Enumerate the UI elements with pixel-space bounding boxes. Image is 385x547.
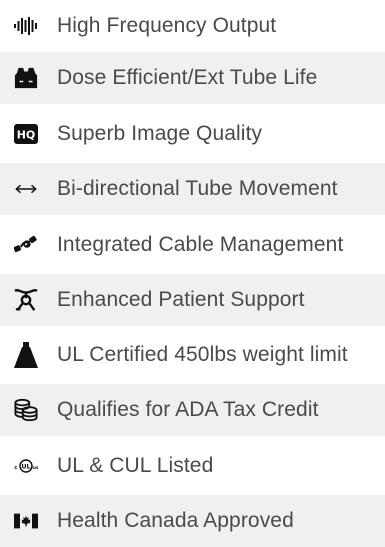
feature-item-superb-image-quality: HQ Superb Image Quality (0, 108, 385, 160)
feature-item-ul-certified-weight-limit: UL Certified 450lbs weight limit (0, 329, 385, 381)
feature-label: Integrated Cable Management (57, 233, 344, 256)
svg-text:HQ: HQ (17, 129, 36, 142)
feature-item-dose-efficient: Dose Efficient/Ext Tube Life (0, 52, 385, 104)
feature-item-enhanced-patient-support: Enhanced Patient Support (0, 274, 385, 326)
hq-badge-icon: HQ (14, 122, 38, 146)
vest-icon (14, 66, 38, 90)
feature-item-integrated-cable-management: Integrated Cable Management (0, 219, 385, 271)
feature-label: Enhanced Patient Support (57, 288, 305, 311)
feature-item-health-canada-approved: Health Canada Approved (0, 495, 385, 547)
sound-wave-icon (14, 14, 38, 38)
feature-label: Superb Image Quality (57, 122, 263, 145)
weight-icon (14, 342, 38, 368)
feature-item-ada-tax-credit: Qualifies for ADA Tax Credit (0, 384, 385, 436)
svg-text:c: c (14, 466, 17, 471)
feature-label: UL & CUL Listed (57, 454, 214, 477)
feature-item-bidirectional-tube-movement: Bi-directional Tube Movement (0, 163, 385, 215)
feature-item-high-frequency-output: High Frequency Output (0, 0, 385, 52)
ul-cul-mark-icon: c UL us (14, 454, 38, 478)
feature-list: High Frequency Output Dose Efficient/Ext… (0, 0, 385, 547)
feature-label: High Frequency Output (57, 14, 277, 37)
patient-support-icon (14, 288, 38, 312)
canada-flag-icon (14, 509, 38, 533)
feature-label: Dose Efficient/Ext Tube Life (57, 66, 318, 89)
feature-item-ul-cul-listed: c UL us UL & CUL Listed (0, 440, 385, 492)
bidirectional-arrow-icon (14, 177, 38, 201)
feature-label: Qualifies for ADA Tax Credit (57, 398, 319, 421)
coin-stack-icon (14, 398, 38, 422)
svg-text:UL: UL (21, 463, 30, 471)
feature-label: Health Canada Approved (57, 509, 294, 532)
cable-icon (14, 233, 38, 257)
svg-text:us: us (33, 466, 38, 471)
feature-label: UL Certified 450lbs weight limit (57, 343, 348, 366)
feature-label: Bi-directional Tube Movement (57, 177, 338, 200)
